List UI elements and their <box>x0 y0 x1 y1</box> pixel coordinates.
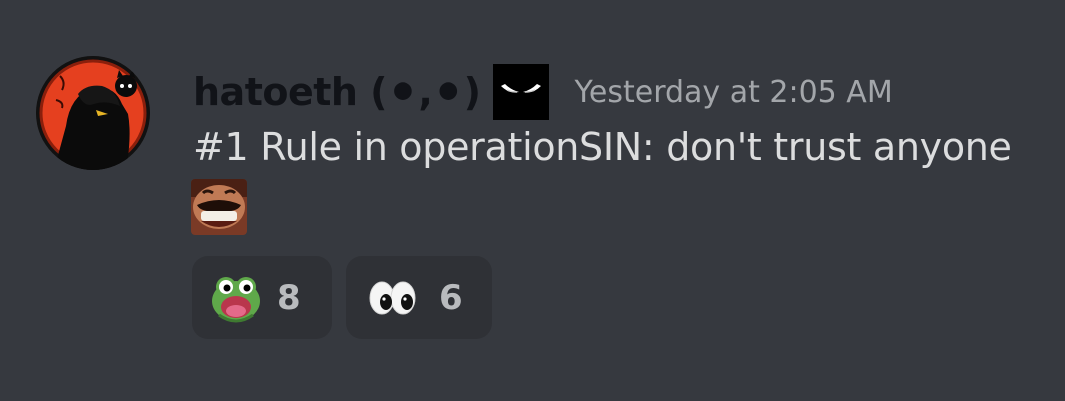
reaction-count: 6 <box>439 277 463 318</box>
reaction-eyes[interactable]: 6 <box>346 256 492 339</box>
username[interactable]: hatoeth (⚫,⚫) <box>193 70 481 114</box>
reaction-pepe[interactable]: 8 <box>192 256 332 339</box>
glowing-eyes-icon <box>492 64 549 120</box>
message-timestamp: Yesterday at 2:05 AM <box>574 74 893 110</box>
pepe-frog-icon <box>209 271 263 325</box>
message-header: hatoeth (⚫,⚫) Yesterday at 2:05 AM <box>193 64 893 120</box>
chat-message: hatoeth (⚫,⚫) Yesterday at 2:05 AM #1 Ru… <box>0 0 1065 401</box>
reaction-count: 8 <box>277 277 301 318</box>
eyes-icon <box>365 271 419 325</box>
message-content: #1 Rule in operationSIN: don't trust any… <box>193 125 1012 169</box>
avatar-image <box>36 56 150 170</box>
laughing-man-emoji[interactable] <box>191 179 247 235</box>
user-avatar[interactable] <box>36 56 150 170</box>
